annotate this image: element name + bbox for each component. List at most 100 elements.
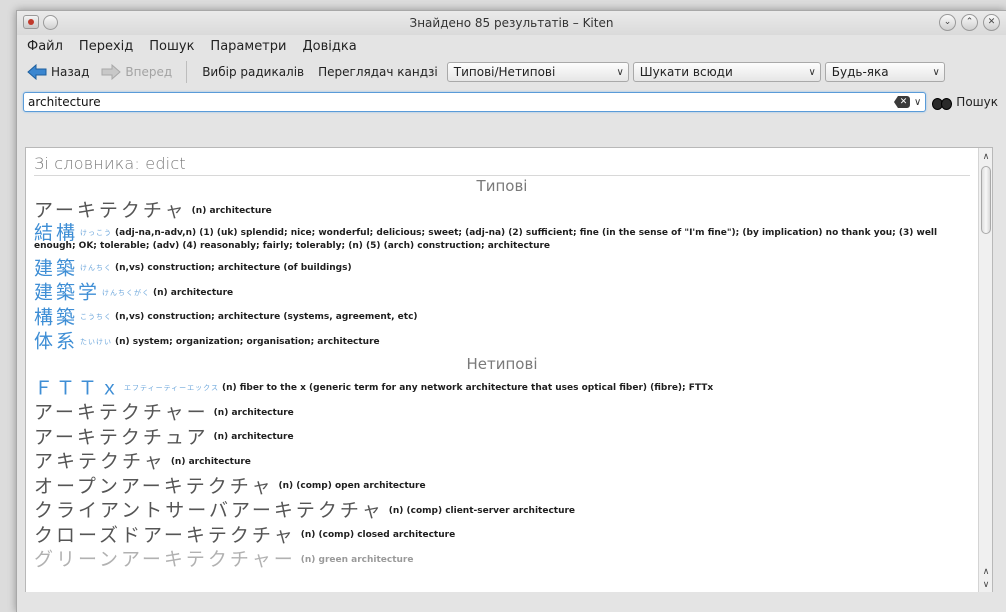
- minimize-icon[interactable]: ⌄: [939, 14, 956, 31]
- entry-word[interactable]: アキテクチャ: [34, 451, 166, 473]
- binoculars-icon: [932, 95, 953, 110]
- entry-word[interactable]: 建築学: [34, 282, 100, 304]
- entry-reading: けんちくがく: [102, 288, 151, 297]
- entry-meaning: (n) architecture: [170, 456, 251, 467]
- uncommon-heading: Нетипові: [466, 354, 538, 373]
- entry-meaning: (n) architecture: [191, 205, 272, 216]
- match-type-select[interactable]: Будь-яка ∨: [824, 62, 945, 82]
- scroll-down-icon[interactable]: ∨: [979, 578, 992, 592]
- entry-meaning: (n,vs) construction; architecture (syste…: [115, 312, 418, 322]
- entry-meaning: (n) (comp) client-server architecture: [388, 505, 576, 516]
- result-entry[interactable]: グリーンアーキテクチャー (n) green architecture: [34, 547, 970, 572]
- entry-reading: エフティーティーエックス: [124, 384, 219, 392]
- entry-word[interactable]: 構築: [34, 306, 78, 328]
- result-entry[interactable]: 体系 たいけい (n) system; organization; organisa…: [34, 329, 970, 354]
- result-entry[interactable]: 構築 こうちく (n,vs) construction; architecture …: [34, 305, 970, 330]
- common-results-list: アーキテクチャ (n) architecture 結構 けっこう (adj-na,n-a…: [34, 198, 970, 354]
- result-entry[interactable]: アーキテクチャ (n) architecture: [34, 198, 970, 223]
- menu-settings[interactable]: Параметри: [202, 39, 294, 54]
- entry-word[interactable]: アーキテクチャー: [34, 402, 209, 424]
- entry-meaning: (n) (comp) closed architecture: [300, 530, 456, 540]
- result-entry[interactable]: 建築 けんちく (n,vs) construction; architecture …: [34, 256, 970, 281]
- window-menu-icon[interactable]: [43, 15, 58, 30]
- entry-word[interactable]: クローズドアーキテクチャ: [34, 524, 296, 546]
- entry-word[interactable]: アーキテクチュア: [34, 426, 208, 448]
- search-scope-value: Шукати всюди: [639, 65, 733, 79]
- scroll-up-icon[interactable]: ∧: [979, 150, 992, 164]
- results-content: Зі словника: edict Типові アーキテクチャ (n) arc…: [26, 148, 978, 572]
- arrow-left-icon: [27, 64, 47, 80]
- radical-selector-button[interactable]: Вибір радикалів: [197, 65, 309, 79]
- result-entry[interactable]: アーキテクチュア (n) architecture: [34, 425, 970, 450]
- entry-word[interactable]: オープンアーキテクチャ: [34, 475, 274, 497]
- search-button[interactable]: Пошук: [932, 95, 998, 110]
- close-icon[interactable]: ✕: [983, 14, 1000, 31]
- entry-meaning: (n) architecture: [213, 407, 294, 418]
- forward-button[interactable]: Вперед: [97, 62, 176, 82]
- entry-word[interactable]: 体系: [34, 331, 78, 353]
- result-entry[interactable]: クローズドアーキテクチャ (n) (comp) closed architectu…: [34, 523, 970, 548]
- search-scope-select[interactable]: Шукати всюди ∨: [632, 62, 821, 82]
- search-row: ✕ ∨ Пошук: [17, 87, 1006, 117]
- result-entry[interactable]: ＦＴＴｘ エフティーティーエックス (n) fiber to the x (gene…: [34, 376, 970, 401]
- menu-go[interactable]: Перехід: [71, 39, 141, 54]
- main-toolbar: Назад Вперед Вибір радикалів Переглядач …: [17, 57, 1006, 87]
- entry-word[interactable]: クライアントサーバアーキテクチャ: [34, 500, 384, 522]
- menu-help[interactable]: Довідка: [294, 39, 364, 54]
- entry-word[interactable]: 建築: [34, 257, 78, 279]
- entry-meaning: (n) system; organization; organisation; …: [115, 336, 380, 347]
- result-entry[interactable]: アーキテクチャー (n) architecture: [34, 400, 970, 425]
- menu-file[interactable]: Файл: [19, 39, 71, 54]
- results-view[interactable]: Зі словника: edict Типові アーキテクチャ (n) arc…: [25, 147, 993, 593]
- uncommon-results-list: ＦＴＴｘ エフティーティーエックス (n) fiber to the x (gene…: [34, 376, 970, 572]
- entry-meaning: (adj-na,n-adv,n) (1) (uk) splendid; nice…: [34, 228, 938, 251]
- window-title: Знайдено 85 результатів – Kiten: [409, 16, 614, 30]
- search-input[interactable]: [28, 95, 894, 109]
- forward-button-label: Вперед: [125, 65, 173, 79]
- entry-word[interactable]: グリーンアーキテクチャー: [34, 549, 296, 571]
- menu-search[interactable]: Пошук: [141, 39, 202, 54]
- result-entry[interactable]: 結構 けっこう (adj-na,n-adv,n) (1) (uk) splendid…: [34, 223, 970, 256]
- chevron-down-icon: ∨: [932, 66, 940, 78]
- back-button-label: Назад: [51, 65, 90, 79]
- search-field[interactable]: ✕ ∨: [23, 92, 927, 112]
- entry-reading: けっこう: [80, 228, 113, 237]
- common-filter-value: Типові/Нетипові: [453, 65, 556, 79]
- entry-meaning: (n) fiber to the x (generic term for any…: [221, 383, 714, 393]
- history-chevron-icon[interactable]: ∨: [914, 97, 921, 108]
- dictionary-heading: Зі словника: edict: [34, 154, 970, 176]
- clear-icon[interactable]: ✕: [893, 96, 910, 108]
- back-button[interactable]: Назад: [23, 62, 93, 82]
- result-entry[interactable]: アキテクチャ (n) architecture: [34, 449, 970, 474]
- menu-bar: Файл Перехід Пошук Параметри Довідка: [17, 35, 1006, 57]
- toolbar-separator: [186, 61, 188, 83]
- match-type-value: Будь-яка: [831, 65, 889, 79]
- entry-reading: こうちく: [80, 313, 113, 321]
- status-bar: [17, 592, 1006, 612]
- entry-word[interactable]: ＦＴＴｘ: [34, 377, 122, 399]
- kiten-window: Знайдено 85 результатів – Kiten ⌄ ⌃ ✕ Фа…: [16, 10, 1006, 612]
- entry-reading: たいけい: [80, 337, 113, 346]
- entry-word[interactable]: アーキテクチャ: [34, 200, 187, 222]
- result-entry[interactable]: クライアントサーバアーキテクチャ (n) (comp) client-server…: [34, 498, 970, 523]
- entry-meaning: (n,vs) construction; architecture (of bu…: [115, 263, 352, 273]
- arrow-right-icon: [101, 64, 122, 80]
- vertical-scrollbar[interactable]: ∧ ∧ ∨: [978, 148, 992, 592]
- common-filter-select[interactable]: Типові/Нетипові ∨: [446, 62, 629, 82]
- entry-meaning: (n) architecture: [153, 287, 234, 298]
- entry-reading: けんちく: [80, 264, 113, 272]
- scrollbar-thumb[interactable]: [981, 166, 991, 234]
- scroll-up-small-icon[interactable]: ∧: [979, 565, 992, 579]
- kanji-browser-button[interactable]: Переглядач кандзі: [313, 65, 443, 79]
- chevron-down-icon: ∨: [616, 66, 624, 78]
- title-bar[interactable]: Знайдено 85 результатів – Kiten ⌄ ⌃ ✕: [17, 11, 1006, 35]
- maximize-icon[interactable]: ⌃: [961, 14, 978, 31]
- entry-meaning: (n) green architecture: [300, 554, 414, 565]
- common-heading: Типові: [476, 177, 528, 195]
- search-button-label: Пошук: [956, 95, 998, 109]
- result-entry[interactable]: 建築学 けんちくがく (n) architecture: [34, 280, 970, 305]
- chevron-down-icon: ∨: [808, 66, 816, 78]
- kiten-app-icon[interactable]: [23, 15, 39, 29]
- result-entry[interactable]: オープンアーキテクチャ (n) (comp) open architecture: [34, 474, 970, 499]
- entry-meaning: (n) (comp) open architecture: [278, 481, 426, 491]
